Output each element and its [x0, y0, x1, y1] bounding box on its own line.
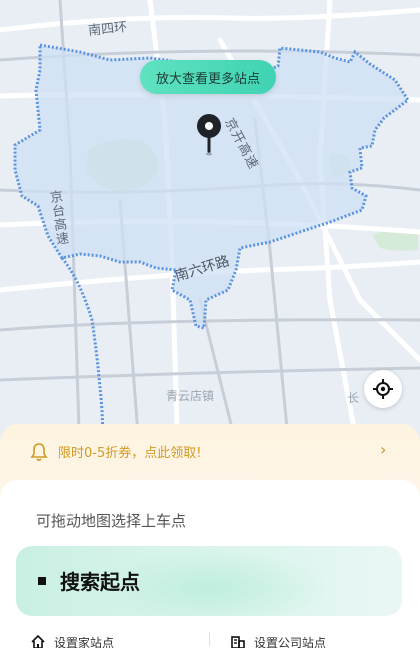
bell-icon: [30, 443, 48, 461]
location-pin-icon[interactable]: [195, 113, 223, 157]
map-label-chang: 长: [347, 391, 360, 405]
map-label-qingyundian: 青云店镇: [166, 389, 215, 403]
crosshair-icon: [373, 379, 393, 399]
bottom-sheet: 可拖动地图选择上车点 搜索起点 设置家站点 设置公司站点: [0, 480, 420, 648]
home-icon: [31, 634, 45, 648]
locate-me-button[interactable]: [364, 370, 402, 408]
set-company-label: 设置公司站点: [254, 635, 327, 648]
set-company-station-button[interactable]: 设置公司站点: [230, 632, 326, 648]
start-point-marker-icon: [38, 577, 46, 585]
map-label-nansihuan: 南四环: [87, 19, 128, 39]
map-view[interactable]: 南四环 京开高速 京台高速 南六环路 青云店镇 长 放大查看更多站点: [0, 0, 420, 460]
zoom-tip-bubble[interactable]: 放大查看更多站点: [140, 60, 276, 94]
set-home-station-button[interactable]: 设置家站点: [30, 632, 114, 648]
building-icon: [231, 636, 245, 648]
drag-map-hint: 可拖动地图选择上车点: [36, 512, 187, 530]
search-start-button[interactable]: 搜索起点: [16, 546, 402, 616]
set-home-label: 设置家站点: [54, 635, 115, 648]
shortcut-divider: [209, 632, 210, 646]
promo-text: 限时0-5折券，点此领取!: [58, 446, 202, 461]
chevron-right-icon: ›: [380, 440, 387, 459]
search-start-label: 搜索起点: [60, 570, 140, 594]
